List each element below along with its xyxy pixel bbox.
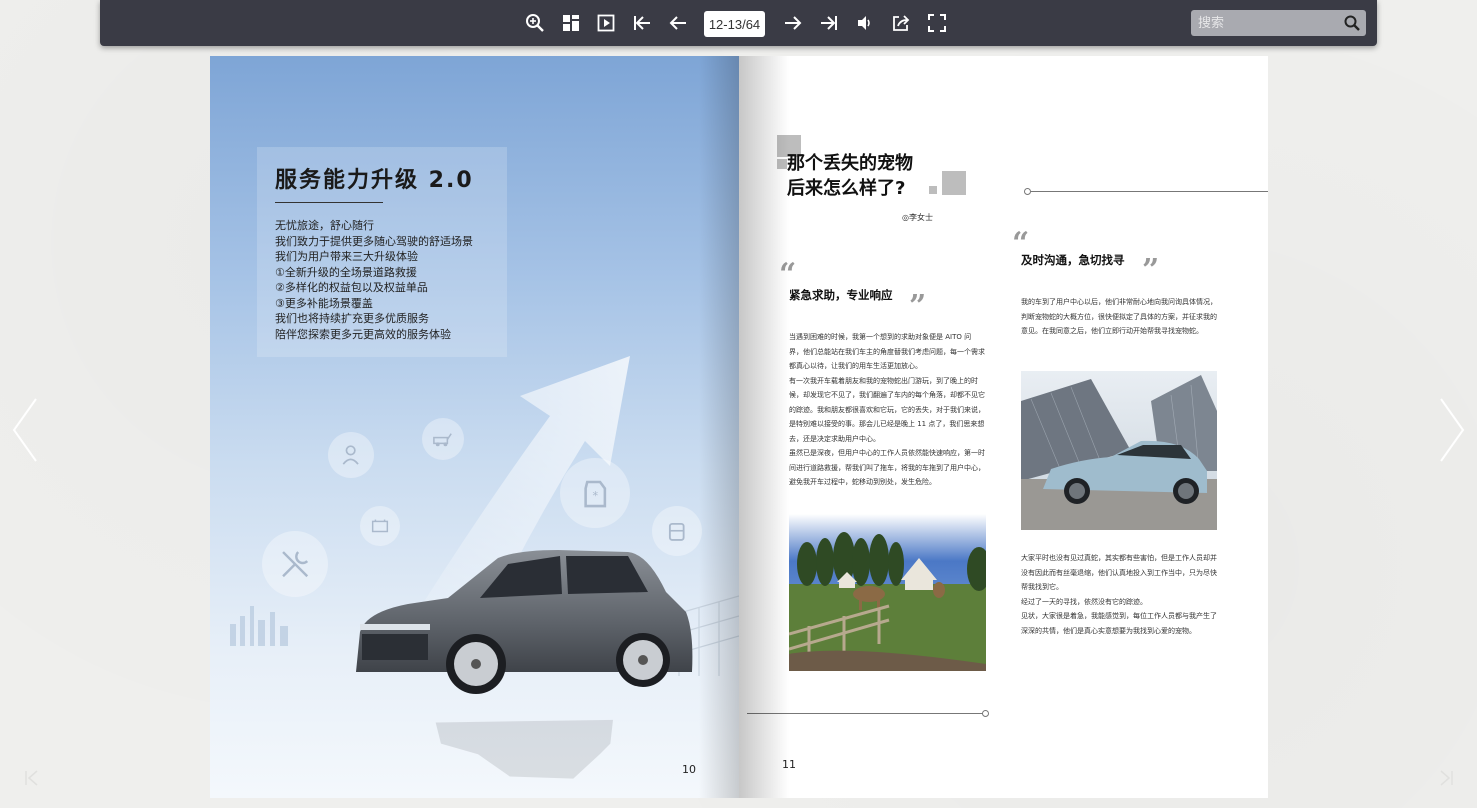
close-quote-icon: ” [1142, 253, 1160, 288]
search-input[interactable] [1191, 10, 1341, 36]
page-gutter-shadow [739, 56, 789, 798]
fullscreen-button[interactable] [925, 11, 949, 35]
share-icon [893, 15, 910, 31]
worker-icon [342, 445, 360, 466]
suv-image [356, 550, 693, 694]
rescue-circle [328, 432, 374, 478]
first-page-icon [25, 770, 38, 786]
line-endpoint [982, 710, 989, 717]
horse-camp-image [789, 514, 986, 671]
paragraph: 见状，大家很是着急，我能感觉到，每位工作人员都与我产生了深深的共情，他们是真心实… [1021, 612, 1217, 635]
feature-line: ①全新升级的全场景道路救援 [275, 265, 417, 279]
page-indicator[interactable]: 12-13/64 [704, 11, 765, 37]
prev-spread-arrow[interactable] [10, 395, 40, 465]
page-title: 服务能力升级 2.0 [275, 168, 474, 193]
tools-circle [262, 531, 328, 597]
title-divider [275, 202, 383, 203]
feature-line: ③更多补能场景覆盖 [275, 296, 373, 310]
feature-line: 我们为用户带来三大升级体验 [275, 250, 418, 263]
paragraph: 虽然已是深夜，但用户中心的工作人员依然能快速响应，第一时间进行道路救援，帮我们叫… [789, 449, 985, 486]
next-page-button[interactable] [781, 11, 805, 35]
share-button[interactable] [889, 11, 913, 35]
paragraph: 我的车到了用户中心以后，他们非常耐心地向我问询具体情况，判断宠物蛇的大概方位，很… [1021, 298, 1217, 335]
line-endpoint [1024, 188, 1031, 195]
feature-line: 我们也将持续扩充更多优质服务 [275, 312, 429, 325]
autoplay-icon [597, 14, 615, 32]
section-heading: 及时沟通，急切找寻 [1021, 253, 1125, 267]
paragraph: 经过了一天的寻找，依然没有它的踪迹。 [1021, 597, 1147, 606]
section-body: 我的车到了用户中心以后，他们非常耐心地向我问询具体情况，判断宠物蛇的大概方位，很… [1021, 295, 1217, 339]
prev-page-button[interactable] [666, 11, 690, 35]
feature-line: 陪伴您探索更多元更高效的服务体验 [275, 327, 451, 341]
article-title: 那个丢失的宠物 后来怎么样了? [787, 151, 913, 201]
battery-circle [360, 506, 400, 546]
section-heading: 紧急求助，专业响应 [789, 288, 893, 302]
coolant-bottle-icon: * [584, 480, 606, 508]
page-number-left: 10 [682, 763, 696, 776]
decor-square [942, 171, 966, 195]
decor-line [1031, 191, 1268, 192]
next-spread-arrow[interactable] [1437, 395, 1467, 465]
thumbnails-icon [563, 15, 579, 31]
coolant-circle: * [560, 458, 630, 528]
first-page-button[interactable] [630, 11, 654, 35]
paragraph: 大家平时也没有见过真蛇，其实都有些害怕，但是工作人员却并没有因此而有丝毫退缩，他… [1021, 554, 1217, 591]
autoplay-button[interactable] [594, 11, 618, 35]
feature-list: 无忧旅途，舒心随行 我们致力于提供更多随心驾驶的舒适场景 我们为用户带来三大升级… [275, 218, 473, 342]
battery-icon [371, 519, 389, 533]
car-building-photo [1021, 371, 1217, 530]
next-page-icon [785, 16, 802, 30]
decor-square [929, 186, 937, 194]
last-page-icon [821, 16, 837, 30]
author-byline: ◎李女士 [902, 213, 933, 222]
search-box [1191, 10, 1366, 36]
section-body-continued: 大家平时也没有见过真蛇，其实都有些害怕，但是工作人员却并没有因此而有丝毫退缩，他… [1021, 551, 1217, 638]
chevron-right-icon [1440, 398, 1465, 462]
zoom-in-icon [526, 14, 544, 32]
section-body: 当遇到困难的时候，我第一个想到的求助对象便是 AITO 问界，他们总能站在我们车… [789, 330, 985, 490]
chevron-left-icon [12, 398, 37, 462]
corner-last-page[interactable] [1436, 768, 1456, 788]
oil-can-icon [669, 523, 685, 542]
tow-circle [422, 418, 464, 460]
thumbnails-button[interactable] [559, 11, 583, 35]
feature-line: 我们致力于提供更多随心驾驶的舒适场景 [275, 234, 473, 248]
page-left[interactable]: * 服务能力升级 2.0 无忧旅途，舒心随行 我们致力于提供更多随心驾驶的舒适场… [210, 56, 739, 798]
svg-text:*: * [592, 489, 598, 502]
feature-line: 无忧旅途，舒心随行 [275, 219, 374, 232]
article-title-line: 后来怎么样了? [787, 178, 906, 199]
sound-icon [858, 16, 870, 30]
first-page-icon [634, 16, 650, 30]
sound-button[interactable] [853, 11, 877, 35]
wrench-icon [282, 551, 308, 577]
close-quote-icon: ” [909, 289, 927, 324]
search-button[interactable] [1343, 14, 1361, 32]
article-title-line: 那个丢失的宠物 [787, 153, 913, 174]
zoom-in-button[interactable] [523, 11, 547, 35]
page-gutter-shadow [699, 56, 739, 798]
feature-line: ②多样化的权益包以及权益单品 [275, 281, 428, 294]
paragraph: 当遇到困难的时候，我第一个想到的求助对象便是 AITO 问界，他们总能站在我们车… [789, 333, 985, 370]
corner-first-page[interactable] [22, 768, 42, 788]
horse-camp-photo [789, 514, 986, 671]
last-page-icon [1440, 770, 1453, 786]
prev-page-icon [669, 16, 686, 30]
tow-truck-icon [433, 433, 453, 447]
fullscreen-icon [928, 14, 946, 32]
sedan-building-image [1021, 371, 1217, 530]
viewer-toolbar: 12-13/64 [100, 0, 1377, 46]
page-right[interactable]: 那个丢失的宠物 后来怎么样了? ◎李女士 “ 紧急求助，专业响应 ” 当遇到困难… [739, 56, 1268, 798]
last-page-button[interactable] [817, 11, 841, 35]
paragraph: 有一次我开车载着朋友和我的宠物蛇出门游玩，到了晚上的时候，却发现它不见了，我们翻… [789, 376, 985, 443]
search-icon [1344, 15, 1360, 31]
